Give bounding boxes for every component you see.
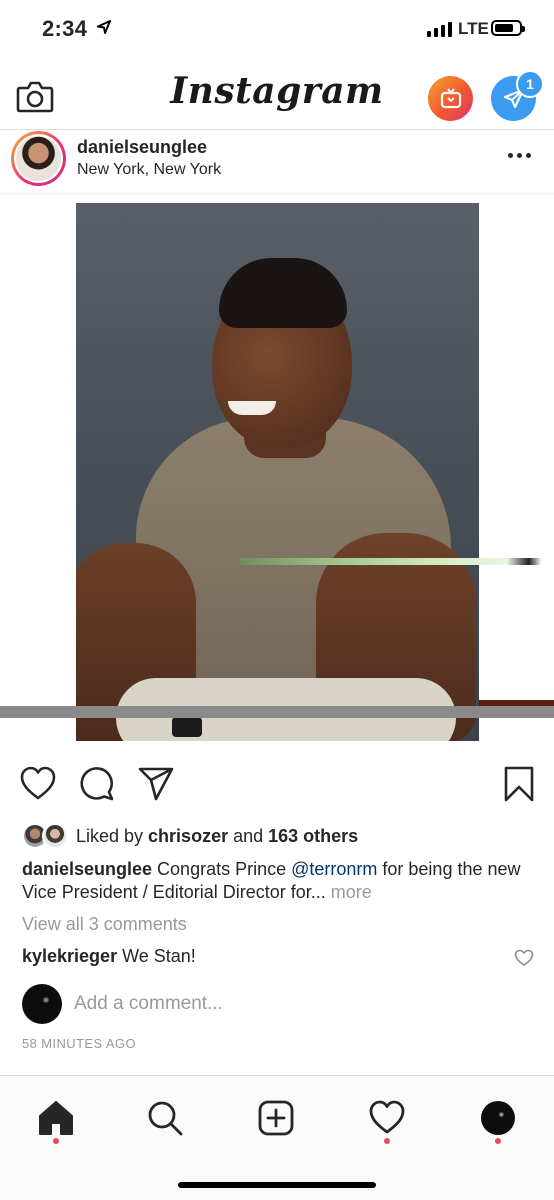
status-bar: 2:34 LTE	[0, 0, 554, 60]
signal-strength-icon	[427, 21, 452, 37]
render-glitch	[240, 558, 554, 565]
location-arrow-icon	[96, 19, 112, 40]
post-timestamp: 58 MINUTES AGO	[22, 1036, 136, 1051]
post-actions	[0, 765, 554, 805]
post-header: danielseunglee New York, New York	[0, 131, 554, 194]
battery-icon	[491, 20, 525, 36]
caption-text: Congrats Prince	[152, 859, 292, 879]
bookmark-icon[interactable]	[502, 765, 540, 803]
home-indicator[interactable]	[178, 1182, 376, 1188]
comment-item: kylekrieger We Stan!	[22, 946, 534, 967]
search-icon[interactable]	[143, 1096, 187, 1140]
igtv-icon[interactable]	[428, 76, 473, 121]
current-user-avatar	[22, 984, 62, 1024]
network-label: LTE	[458, 19, 489, 38]
new-post-icon[interactable]	[254, 1096, 298, 1140]
likes-middle: and	[228, 825, 269, 846]
comment-like-heart-icon[interactable]	[514, 949, 534, 967]
status-time: 2:34	[42, 16, 88, 41]
notification-dot	[384, 1138, 390, 1144]
add-comment-input[interactable]	[74, 993, 514, 1015]
caption-mention[interactable]: @terronrm	[291, 859, 377, 879]
home-icon[interactable]	[34, 1096, 78, 1140]
post-author-username[interactable]: danielseunglee	[77, 137, 207, 158]
notification-dot	[495, 1138, 501, 1144]
liker-avatar	[42, 823, 68, 849]
liked-by-user[interactable]: chrisozer	[148, 826, 228, 846]
notification-dot	[53, 1138, 59, 1144]
liker-avatars	[22, 823, 70, 849]
top-nav: Instagram 1	[0, 60, 554, 130]
post-image-area	[0, 195, 554, 750]
share-icon[interactable]	[137, 765, 175, 803]
comment-text: We Stan!	[117, 946, 196, 966]
profile-avatar[interactable]	[476, 1096, 520, 1140]
caption-more-link[interactable]: more	[331, 882, 372, 902]
post-author-avatar[interactable]	[11, 131, 66, 186]
post-location[interactable]: New York, New York	[77, 161, 221, 179]
caption-username[interactable]: danielseunglee	[22, 859, 152, 879]
post-caption: danielseunglee Congrats Prince @terronrm…	[22, 858, 532, 904]
likes-prefix: Liked by	[76, 825, 149, 846]
render-glitch	[0, 706, 554, 718]
comment-icon[interactable]	[78, 765, 116, 803]
likes-summary[interactable]: Liked by chrisozer and 163 others	[22, 822, 358, 850]
add-comment-row	[22, 984, 532, 1024]
activity-heart-icon[interactable]	[365, 1096, 409, 1140]
like-heart-icon[interactable]	[19, 765, 57, 803]
view-all-comments-link[interactable]: View all 3 comments	[22, 914, 187, 935]
comment-username[interactable]: kylekrieger	[22, 946, 117, 966]
direct-badge-count: 1	[516, 70, 544, 98]
more-options-icon[interactable]	[508, 145, 534, 165]
post-photo[interactable]	[76, 203, 479, 741]
likes-count[interactable]: 163 others	[268, 826, 358, 846]
